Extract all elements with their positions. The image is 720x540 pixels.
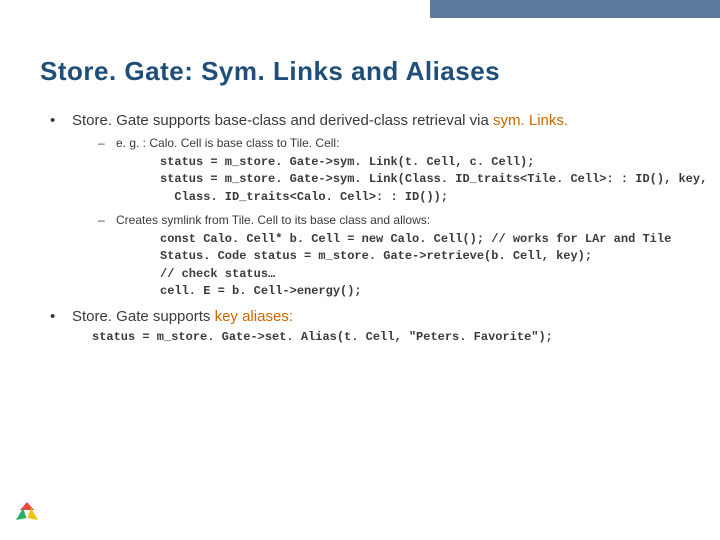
sub-bullet-item: Creates symlink from Tile. Cell to its b… xyxy=(96,212,680,300)
code-block: status = m_store. Gate->set. Alias(t. Ce… xyxy=(92,329,680,346)
code-block: status = m_store. Gate->sym. Link(t. Cel… xyxy=(160,154,680,206)
code-block: const Calo. Cell* b. Cell = new Calo. Ce… xyxy=(160,231,680,301)
code-line: const Calo. Cell* b. Cell = new Calo. Ce… xyxy=(160,231,680,248)
bullet-item: Store. Gate supports base-class and deri… xyxy=(46,111,680,301)
bullet-item: Store. Gate supports key aliases: status… xyxy=(46,307,680,347)
bullet-text: Store. Gate supports base-class and deri… xyxy=(72,112,493,129)
sub-bullet-item: e. g. : Calo. Cell is base class to Tile… xyxy=(96,135,680,206)
bullet-list: Store. Gate supports base-class and deri… xyxy=(46,111,680,346)
sub-bullet-text: e. g. : Calo. Cell is base class to Tile… xyxy=(116,136,339,150)
header-accent-bar xyxy=(430,0,720,18)
slide-content: Store. Gate: Sym. Links and Aliases Stor… xyxy=(0,0,720,346)
code-line: status = m_store. Gate->sym. Link(t. Cel… xyxy=(160,154,680,171)
bullet-text: Store. Gate supports xyxy=(72,308,215,325)
code-line: status = m_store. Gate->set. Alias(t. Ce… xyxy=(92,329,680,346)
slide-title: Store. Gate: Sym. Links and Aliases xyxy=(40,56,680,87)
sub-bullet-list: e. g. : Calo. Cell is base class to Tile… xyxy=(96,135,680,300)
bullet-highlight: sym. Links. xyxy=(493,112,568,129)
code-line: // check status… xyxy=(160,266,680,283)
code-line: cell. E = b. Cell->energy(); xyxy=(160,283,680,300)
sub-bullet-text: Creates symlink from Tile. Cell to its b… xyxy=(116,213,430,227)
bullet-highlight: key aliases: xyxy=(215,308,293,325)
code-line: Status. Code status = m_store. Gate->ret… xyxy=(160,248,680,265)
code-line: status = m_store. Gate->sym. Link(Class.… xyxy=(160,171,680,188)
triangle-logo-icon xyxy=(16,502,38,524)
code-line: Class. ID_traits<Calo. Cell>: : ID()); xyxy=(160,189,680,206)
